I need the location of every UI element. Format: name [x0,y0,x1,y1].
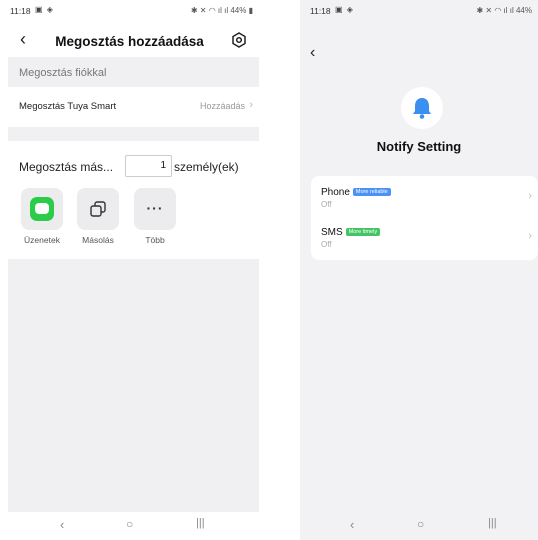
timely-badge: More timely [345,228,381,236]
messages-tile[interactable] [21,188,63,230]
right-phone-screen: 11:18 ▣ ◈ ✱ ✕ ◠ ıl ıl 44% ‹ Notify Setti… [300,0,538,540]
nav-home-icon[interactable]: ○ [126,517,133,531]
share-via-more[interactable]: ··· Több [133,188,177,245]
status-time: 11:18 [310,6,331,16]
notify-status: Off [321,240,332,249]
nav-recents-icon[interactable]: ||| [196,517,205,529]
add-action-label: Hozzáadás [199,101,245,111]
nav-home-icon[interactable]: ○ [417,517,424,531]
notification-icons: ▣ ◈ [35,5,54,14]
settings-icon[interactable] [231,32,247,48]
notification-icons: ▣ ◈ [335,5,354,14]
copy-tile[interactable] [77,188,119,230]
messages-icon [30,197,54,221]
system-nav-bar: ‹ ○ ||| [300,512,538,540]
empty-area [8,259,259,512]
nav-recents-icon[interactable]: ||| [488,517,497,529]
chevron-right-icon: › [249,99,253,111]
share-others-section: Megosztás más... 1 személy(ek) Üzenetek … [8,141,259,259]
share-account-section-header: Megosztás fiókkal [8,57,259,87]
share-via-messages[interactable]: Üzenetek [20,188,64,245]
share-via-copy[interactable]: Másolás [76,188,120,245]
back-icon[interactable]: ‹ [310,44,315,62]
left-phone-screen: 11:18 ▣ ◈ ✱ ✕ ◠ ıl ıl 44% ▮ ‹ Megosztás … [0,0,259,540]
chevron-right-icon: › [528,190,532,202]
notify-name-row: Phone More reliable [321,187,391,198]
messages-label: Üzenetek [24,235,60,245]
status-icons: ✱ ✕ ◠ ıl ıl 44% ▮ [190,6,253,15]
battery-percent: 44% [515,6,532,15]
section-divider [8,127,259,141]
share-row-label: Megosztás Tuya Smart [19,101,117,112]
share-others-label: Megosztás más... [19,160,114,174]
nav-back-icon[interactable]: ‹ [350,517,354,532]
notify-name-row: SMS More timely [321,227,381,238]
nav-back-icon[interactable]: ‹ [60,517,64,532]
notify-row-phone[interactable]: Phone More reliable Off › [311,180,538,220]
notify-name: Phone [321,187,350,198]
battery-percent: 44% [230,6,247,15]
section-label: Megosztás fiókkal [19,67,107,79]
people-count-input[interactable]: 1 [125,155,172,177]
people-unit-label: személy(ek) [174,160,239,174]
status-bar: 11:18 ▣ ◈ ✱ ✕ ◠ ıl ıl 44% [300,0,538,22]
notify-status: Off [321,200,332,209]
status-icons: ✱ ✕ ◠ ıl ıl 44% [476,6,532,15]
notify-name: SMS [321,227,343,238]
more-tile[interactable]: ··· [134,188,176,230]
page-title: Notify Setting [376,139,462,154]
status-time: 11:18 [10,6,31,16]
bell-icon-badge [401,87,443,129]
bell-icon [413,98,431,119]
chevron-right-icon: › [528,230,532,242]
header: ‹ Megosztás hozzáadása [0,26,259,56]
copy-icon [90,201,106,217]
page-title: Megosztás hozzáadása [55,34,204,49]
more-label: Több [145,235,165,245]
status-bar: 11:18 ▣ ◈ ✱ ✕ ◠ ıl ıl 44% ▮ [0,0,259,22]
share-tuya-row[interactable]: Megosztás Tuya Smart Hozzáadás › [8,88,259,126]
notify-row-sms[interactable]: SMS More timely Off › [311,220,538,260]
reliable-badge: More reliable [352,188,391,196]
copy-label: Másolás [82,235,114,245]
notify-options-card: Phone More reliable Off › SMS More timely … [311,176,538,260]
more-icon: ··· [146,200,164,216]
system-nav-bar: ‹ ○ ||| [0,512,259,540]
